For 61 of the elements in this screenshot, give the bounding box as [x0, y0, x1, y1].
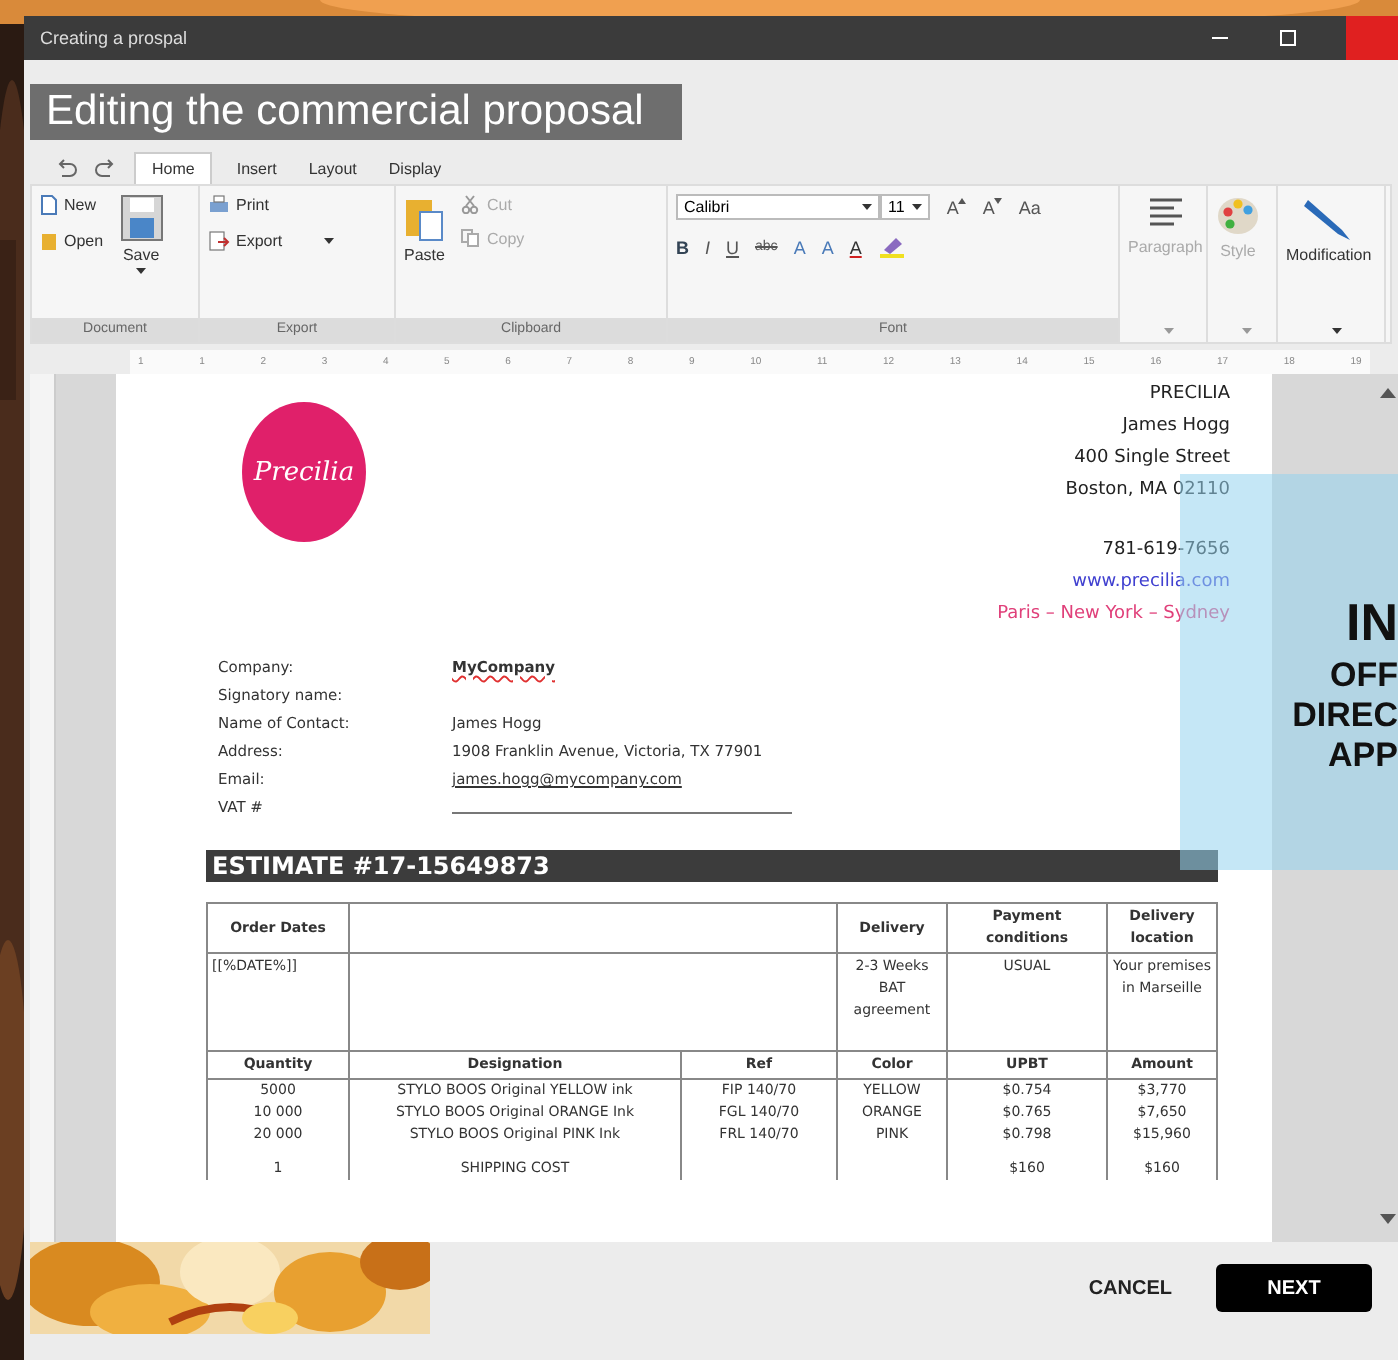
font-color-button[interactable]: A [849, 237, 862, 257]
promo-text: IN [1346, 590, 1398, 656]
promo-text: APP [1328, 736, 1398, 776]
modification-button[interactable]: Modification [1286, 194, 1372, 334]
new-button[interactable]: New [40, 194, 104, 216]
sender-line: James Hogg [1122, 414, 1230, 440]
promo-text: DIREC [1292, 696, 1398, 736]
format-button[interactable]: U [726, 237, 740, 257]
ribbon-tab[interactable]: Display [380, 155, 450, 181]
paste-button[interactable]: Paste [404, 194, 445, 310]
down-triangle-icon [994, 197, 1003, 203]
ribbon-tab[interactable]: Home [134, 152, 213, 184]
format-button[interactable]: I [705, 237, 711, 257]
undo-icon[interactable] [54, 158, 78, 178]
ribbon-tab[interactable]: Insert [228, 155, 285, 181]
next-button[interactable]: NEXT [1216, 1264, 1372, 1312]
grow-font-button[interactable]: A [946, 197, 967, 217]
fill-in-line[interactable] [452, 811, 792, 813]
page-header: Editing the commercial proposal [30, 84, 682, 140]
phone-number: 781-619-7656 [1102, 538, 1230, 564]
scissors-icon [460, 194, 481, 214]
promo-text: OFF [1330, 656, 1398, 696]
shrink-font-button[interactable]: A [982, 197, 1003, 217]
website-link[interactable]: www.precilia.com [1072, 566, 1230, 598]
pencil-icon [1302, 194, 1355, 242]
font-name-dropdown[interactable]: Calibri [676, 194, 880, 220]
export-button[interactable]: Export [208, 230, 335, 252]
caret-icon[interactable] [324, 238, 335, 244]
caret-icon[interactable] [862, 204, 872, 210]
open-button[interactable]: Open [40, 230, 104, 252]
redo-icon[interactable] [94, 158, 118, 178]
sender-line: 400 Single Street [1074, 446, 1230, 472]
export-icon [208, 230, 230, 252]
printer-icon [208, 194, 230, 216]
folder-icon [40, 230, 58, 252]
format-button[interactable]: A [793, 237, 806, 257]
scroll-up-icon[interactable] [1380, 386, 1396, 398]
font-size-dropdown[interactable]: 11 [880, 194, 931, 220]
print-button[interactable]: Print [208, 194, 335, 216]
ribbon-tab[interactable]: Layout [300, 155, 365, 181]
window-title: Creating a prospal [40, 28, 190, 48]
copy-icon [460, 228, 481, 248]
up-triangle-icon [958, 197, 967, 203]
caret-icon[interactable] [136, 268, 147, 274]
sender-line: PRECILIA [1149, 382, 1230, 408]
maximize-icon[interactable] [1278, 28, 1298, 48]
palette-icon [1216, 194, 1260, 238]
highlight-icon[interactable] [877, 236, 910, 258]
clipboard-icon [404, 194, 445, 242]
cities-line: Paris – New York – Sydney [997, 602, 1230, 628]
cancel-button[interactable]: CANCEL [1076, 1275, 1184, 1301]
change-case-button[interactable]: Aa [1018, 197, 1041, 217]
caret-icon[interactable] [1331, 328, 1341, 334]
caret-icon[interactable] [912, 204, 923, 210]
estimate-title: ESTIMATE #17-15649873 [206, 850, 1218, 882]
save-button[interactable]: Save [119, 194, 164, 310]
sender-line: Boston, MA 02110 [1065, 478, 1230, 504]
company-logo: Precilia [242, 402, 366, 542]
format-button[interactable]: B [676, 237, 689, 257]
format-button[interactable]: A [821, 237, 834, 257]
scroll-down-icon[interactable] [1380, 1214, 1396, 1226]
